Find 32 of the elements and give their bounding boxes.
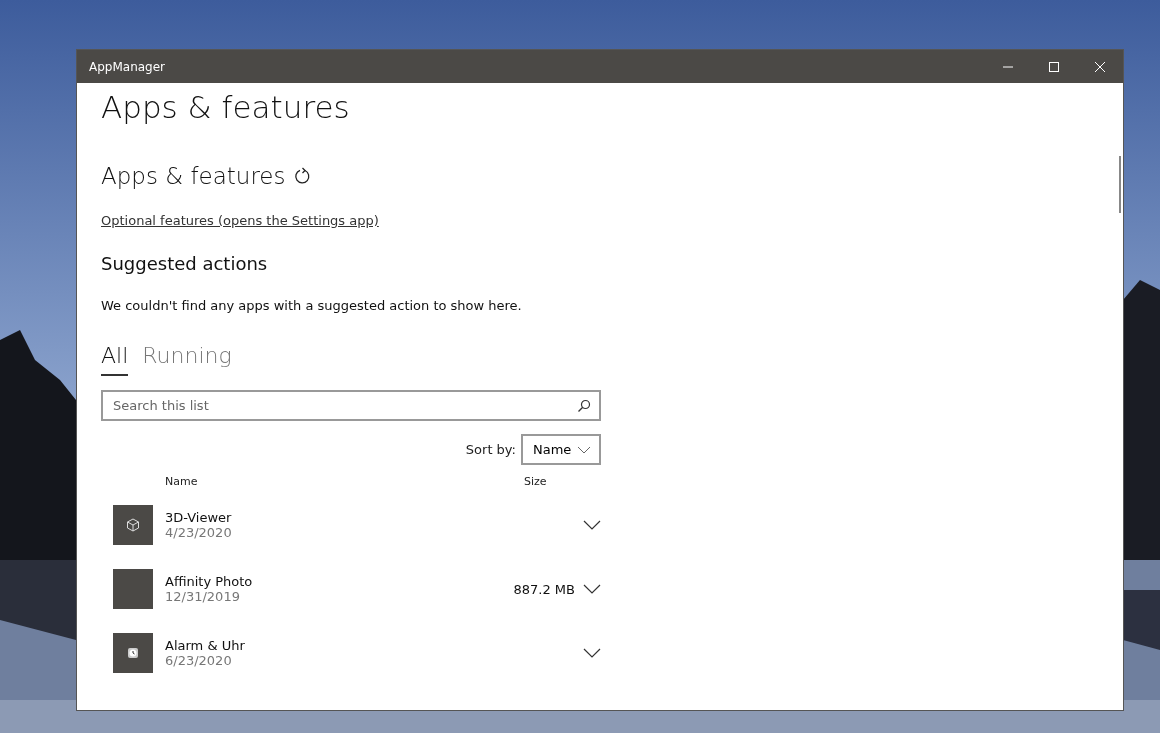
maximize-icon — [1048, 60, 1060, 73]
close-icon — [1094, 60, 1106, 73]
app-name: Alarm & Uhr — [165, 638, 246, 653]
scrollbar[interactable] — [1119, 156, 1121, 213]
search-field[interactable]: Search this list — [101, 390, 601, 421]
suggested-actions-message: We couldn't find any apps with a suggested action to show here. — [101, 298, 523, 313]
refresh-icon[interactable] — [293, 167, 312, 185]
search-icon — [577, 399, 591, 413]
cube-icon — [113, 505, 153, 545]
app-name: 3D-Viewer — [165, 510, 233, 525]
app-date: 4/23/2020 — [165, 525, 233, 540]
sort-dropdown[interactable]: Name — [521, 434, 601, 465]
app-size: 887.2 MB — [513, 581, 575, 597]
window-title: AppManager — [89, 59, 166, 74]
chevron-icon — [577, 445, 591, 454]
app-date: 6/23/2020 — [165, 653, 233, 668]
sort-label: Sort by: — [465, 442, 516, 457]
clock-icon — [113, 633, 153, 673]
optional-features-link[interactable]: Optional features (opens the Settings app) — [101, 213, 379, 228]
page-title: Apps & features — [101, 89, 351, 125]
section-title: Apps & features — [101, 163, 286, 189]
app-icon — [113, 569, 153, 609]
suggested-actions-title: Suggested actions — [101, 253, 269, 274]
column-header: Size — [524, 475, 547, 488]
chevron-icon[interactable] — [583, 648, 601, 658]
app-date: 12/31/2019 — [165, 589, 241, 604]
chevron-icon[interactable] — [583, 520, 601, 530]
tab[interactable]: Running — [142, 343, 232, 376]
tab[interactable]: All — [101, 343, 129, 376]
chevron-icon[interactable] — [583, 584, 601, 594]
column-header: Name — [165, 475, 198, 488]
app-name: Affinity Photo — [165, 574, 254, 589]
